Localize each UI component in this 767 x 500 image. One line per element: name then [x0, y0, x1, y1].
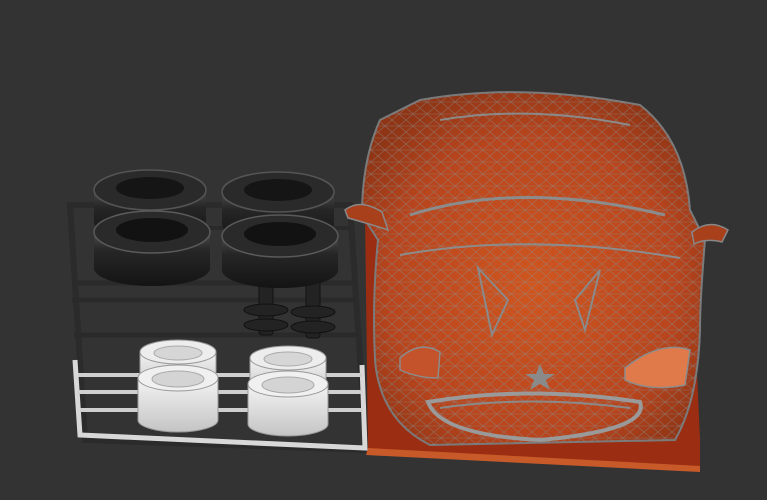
car-body-model[interactable]	[344, 91, 729, 472]
sprue-tree[interactable]	[66, 169, 370, 454]
tire-front-left[interactable]	[93, 210, 211, 286]
rim-front-left[interactable]	[137, 364, 219, 433]
rim-front-right[interactable]	[247, 370, 329, 437]
3d-viewport[interactable]	[0, 0, 767, 500]
model-scene[interactable]	[0, 0, 767, 500]
tire-front-right[interactable]	[221, 214, 339, 288]
